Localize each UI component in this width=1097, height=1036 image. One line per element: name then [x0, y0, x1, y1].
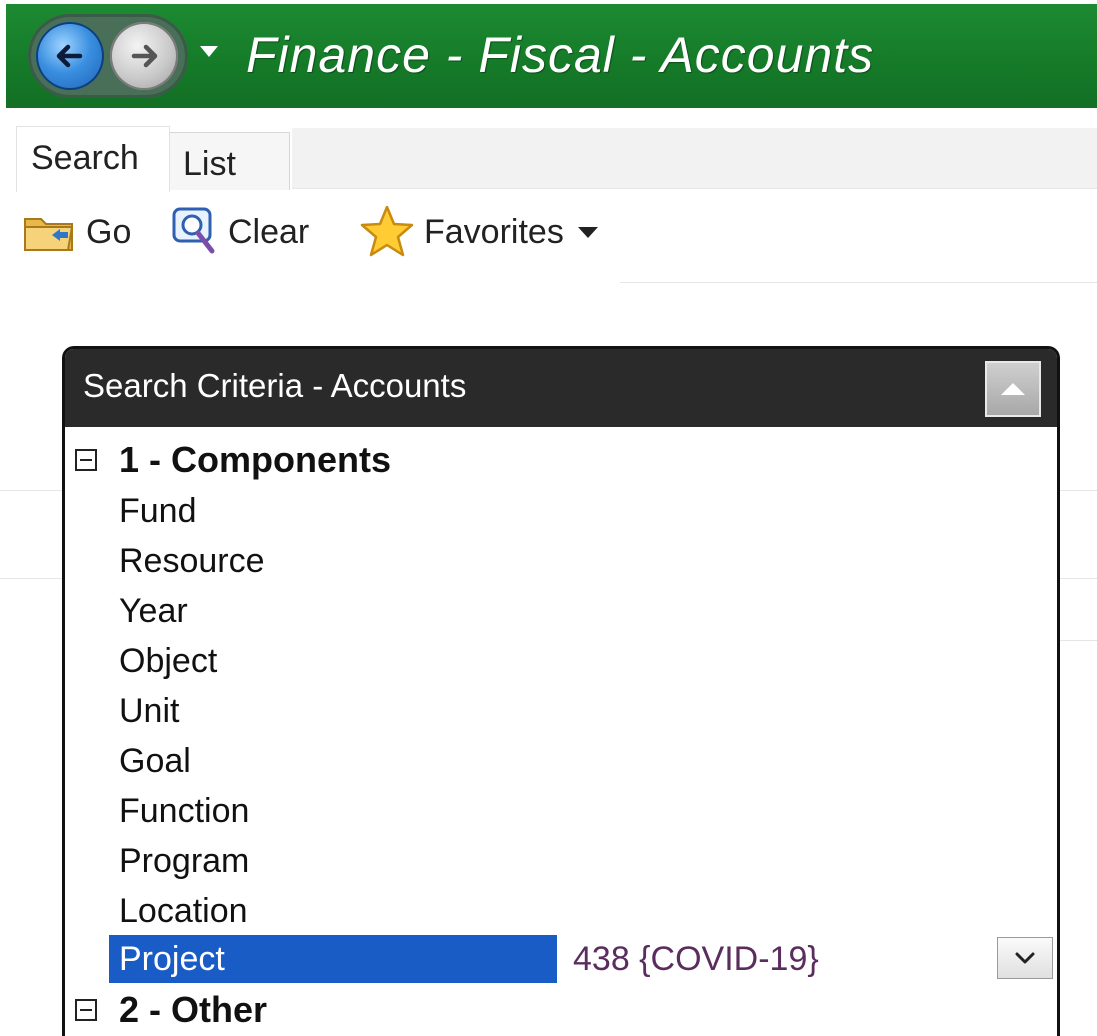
- tab-search[interactable]: Search: [16, 126, 170, 192]
- collapse-panel-button[interactable]: [985, 361, 1041, 417]
- folder-icon: [24, 218, 74, 251]
- divider: [620, 282, 1097, 283]
- collapse-group-icon[interactable]: [75, 449, 97, 471]
- app-window: Finance - Fiscal - Accounts Search List …: [0, 0, 1097, 1036]
- go-label: Go: [86, 212, 132, 251]
- chevron-down-icon: [1015, 952, 1035, 964]
- field-function[interactable]: Function: [109, 787, 557, 835]
- field-program[interactable]: Program: [109, 837, 557, 885]
- field-project[interactable]: Project: [109, 935, 557, 983]
- favorites-button[interactable]: Favorites: [358, 200, 598, 264]
- field-year[interactable]: Year: [109, 587, 557, 635]
- go-button[interactable]: Go: [22, 200, 131, 264]
- clear-search-icon: [172, 207, 215, 254]
- field-location[interactable]: Location: [109, 887, 557, 935]
- history-dropdown-caret-icon[interactable]: [200, 46, 218, 57]
- divider: [1060, 640, 1097, 641]
- group-label: 1 - Components: [119, 439, 392, 480]
- clear-label: Clear: [228, 212, 310, 251]
- back-button[interactable]: [36, 22, 104, 90]
- field-fund[interactable]: Fund: [109, 487, 557, 535]
- window-title: Finance - Fiscal - Accounts: [246, 27, 875, 83]
- chevron-up-icon: [1001, 383, 1025, 395]
- divider: [292, 188, 1097, 189]
- group-other[interactable]: 2 - Other: [75, 987, 267, 1033]
- favorites-label: Favorites: [424, 212, 564, 251]
- field-unit[interactable]: Unit: [109, 687, 557, 735]
- panel-header: Search Criteria - Accounts: [65, 349, 1057, 427]
- arrow-left-icon: [56, 44, 83, 68]
- group-components[interactable]: 1 - Components: [75, 437, 391, 483]
- title-bar: Finance - Fiscal - Accounts: [6, 4, 1097, 108]
- star-icon: [360, 205, 414, 257]
- clear-button[interactable]: Clear: [170, 200, 309, 264]
- search-criteria-panel: Search Criteria - Accounts 1 - Component…: [62, 346, 1060, 1036]
- forward-button[interactable]: [110, 22, 178, 90]
- navigation-pill: [28, 14, 188, 98]
- group-label: 2 - Other: [119, 989, 268, 1030]
- field-goal[interactable]: Goal: [109, 737, 557, 785]
- project-value-dropdown[interactable]: [997, 937, 1053, 979]
- field-object[interactable]: Object: [109, 637, 557, 685]
- collapse-group-icon[interactable]: [75, 999, 97, 1021]
- field-resource[interactable]: Resource: [109, 537, 557, 585]
- arrow-right-icon: [131, 44, 158, 68]
- project-value[interactable]: 438 {COVID-19}: [573, 935, 819, 983]
- background-header-strip: [292, 128, 1097, 188]
- panel-title: Search Criteria - Accounts: [83, 367, 467, 404]
- caret-down-icon: [577, 226, 598, 238]
- toolbar: Go Clear Favorites: [22, 200, 662, 264]
- tab-list[interactable]: List: [168, 132, 290, 190]
